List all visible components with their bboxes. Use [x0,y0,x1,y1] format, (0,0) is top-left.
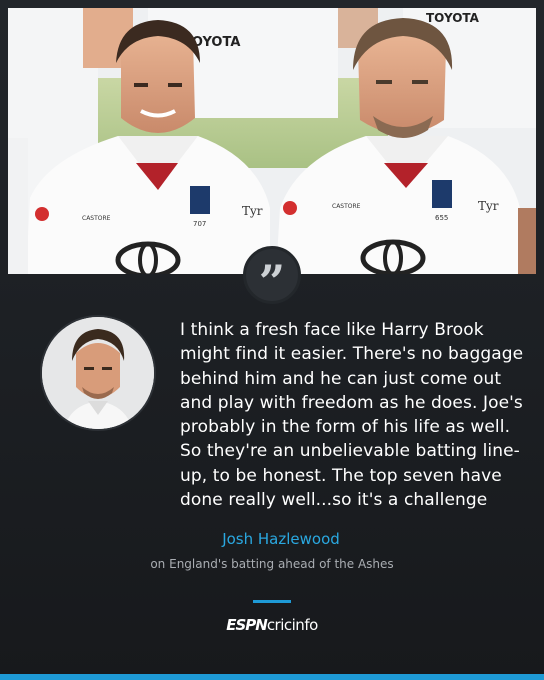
speaker-context: on England's batting ahead of the Ashes [150,557,394,571]
accent-divider [253,600,291,603]
sponsor-right-text: TOYOTA [426,11,480,25]
header-photo: TOYOTA TOYOTA CASTORE 707 Tyr CASTORE 65… [8,8,536,274]
quote-text: I think a fresh face like Harry Brook mi… [180,320,524,511]
quote-mark-glyph: ” [258,255,286,309]
espncricinfo-logo: ESPNcricinfo [0,616,544,634]
kit-brand-right: CASTORE [332,203,361,210]
sleeve-sponsor-right: Tyr [478,199,499,213]
logo-cricinfo: cricinfo [266,616,318,634]
quote-card: TOYOTA TOYOTA CASTORE 707 Tyr CASTORE 65… [0,0,544,680]
kit-brand-left: CASTORE [82,215,111,222]
quote-mark-icon: ” [243,246,301,309]
bottom-accent-bar [0,674,544,680]
sleeve-sponsor-left: Tyr [242,204,263,218]
player-number-right: 655 [435,214,448,222]
player-number-left: 707 [193,220,206,228]
logo-espn: ESPN [226,616,268,634]
speaker-avatar [42,317,154,429]
speaker-name: Josh Hazlewood [222,530,340,548]
